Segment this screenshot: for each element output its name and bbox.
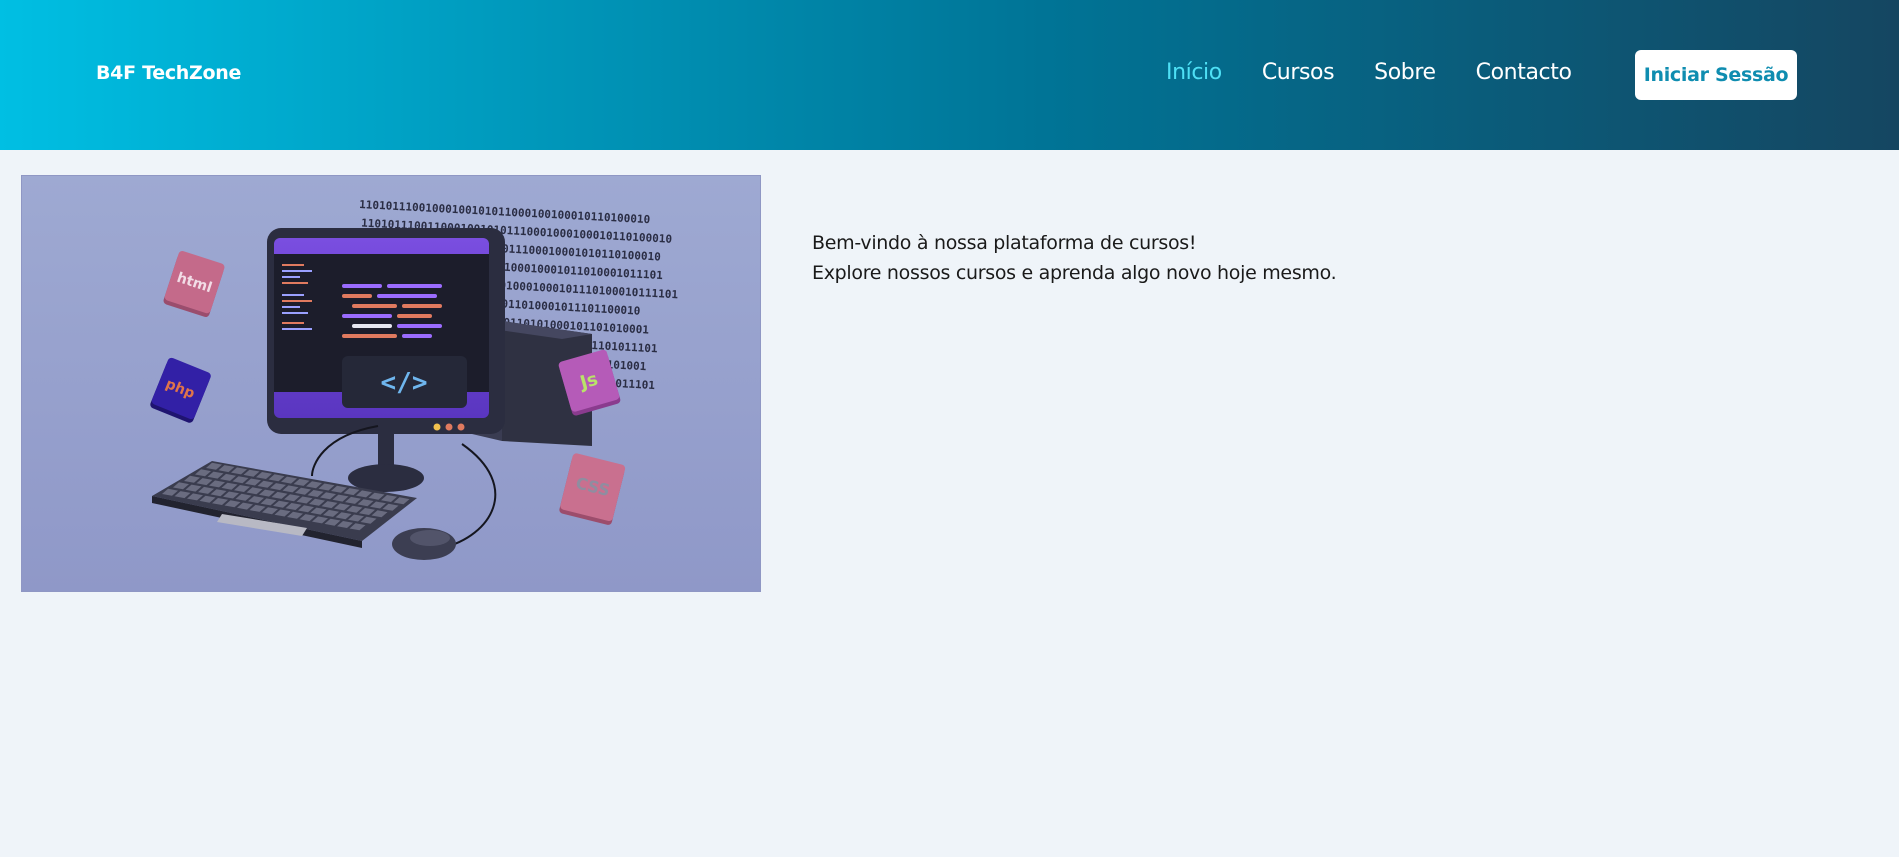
login-button[interactable]: Iniciar Sessão: [1635, 50, 1797, 100]
welcome-line-1: Bem-vindo à nossa plataforma de cursos!: [812, 232, 1197, 254]
main-nav: Início Cursos Sobre Contacto: [1166, 60, 1612, 85]
nav-link-contacto[interactable]: Contacto: [1476, 60, 1572, 85]
nav-link-inicio[interactable]: Início: [1166, 60, 1222, 85]
welcome-line-2: Explore nossos cursos e aprenda algo nov…: [812, 262, 1337, 284]
hero-image: 1101011100100010010101100010010001011010…: [21, 175, 761, 592]
nav-link-cursos[interactable]: Cursos: [1262, 60, 1335, 85]
nav-link-sobre[interactable]: Sobre: [1374, 60, 1436, 85]
code-symbol: </>: [381, 368, 428, 398]
brand-logo-text[interactable]: B4F TechZone: [96, 62, 241, 84]
monitor-light: [433, 423, 441, 431]
welcome-text: Bem-vindo à nossa plataforma de cursos! …: [812, 228, 1337, 288]
site-header: B4F TechZone Início Cursos Sobre Contact…: [0, 0, 1899, 150]
computer-illustration: 1101011100100010010101100010010001011010…: [22, 176, 760, 591]
